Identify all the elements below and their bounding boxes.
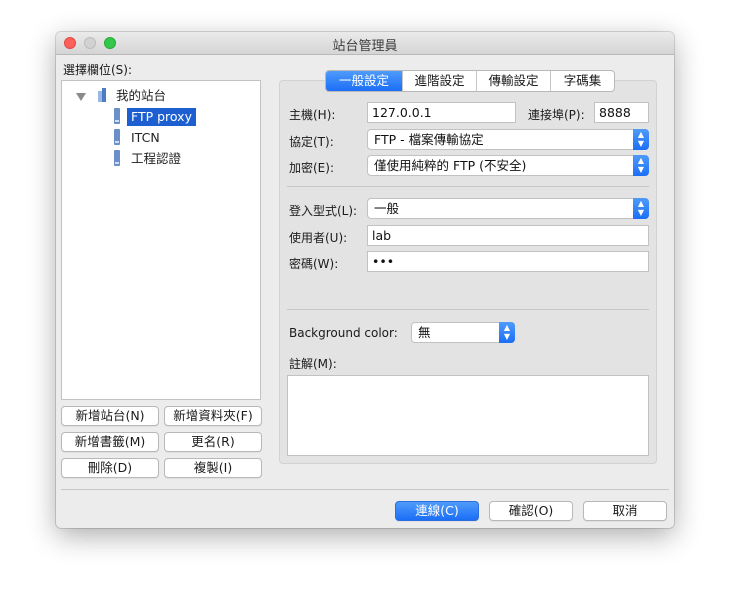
delete-button[interactable]: 刪除(D)	[61, 458, 159, 478]
chevron-updown-icon: ▲ ▼	[499, 322, 515, 343]
new-site-button[interactable]: 新增站台(N)	[61, 406, 159, 426]
divider	[287, 309, 649, 310]
host-input[interactable]: 127.0.0.1	[367, 102, 516, 123]
select-entry-label: 選擇欄位(S):	[63, 63, 133, 77]
password-label: 密碼(W):	[289, 257, 339, 271]
protocol-select[interactable]: FTP - 檔案傳輸協定 ▲ ▼	[367, 129, 649, 150]
tree-root-my-sites[interactable]: 我的站台	[116, 87, 166, 105]
divider	[287, 186, 649, 187]
server-icon	[114, 129, 120, 145]
rename-button[interactable]: 更名(R)	[164, 432, 262, 452]
server-icon	[114, 108, 120, 124]
logon-type-value: 一般	[374, 201, 400, 216]
footer-divider	[61, 489, 669, 490]
password-input[interactable]: •••	[367, 251, 649, 272]
title-bar: 站台管理員	[56, 32, 674, 55]
user-input[interactable]: lab	[367, 225, 649, 246]
chevron-updown-icon: ▲ ▼	[633, 155, 649, 176]
port-input[interactable]: 8888	[594, 102, 649, 123]
new-folder-button[interactable]: 新增資料夾(F)	[164, 406, 262, 426]
connect-button[interactable]: 連線(C)	[395, 501, 479, 521]
sites-folder-icon	[98, 88, 106, 102]
protocol-label: 協定(T):	[289, 135, 334, 149]
tree-item-ftp-proxy[interactable]: FTP proxy	[127, 108, 196, 126]
logon-type-label: 登入型式(L):	[289, 204, 358, 218]
encryption-label: 加密(E):	[289, 161, 334, 175]
background-color-select[interactable]: 無 ▲ ▼	[411, 322, 515, 343]
site-tree[interactable]: 我的站台 FTP proxy ITCN 工程認證	[61, 80, 261, 400]
chevron-updown-icon: ▲ ▼	[633, 198, 649, 219]
encryption-value: 僅使用純粹的 FTP (不安全)	[374, 158, 527, 173]
comments-label: 註解(M):	[289, 357, 337, 371]
settings-tabs: 一般設定 進階設定 傳輸設定 字碼集	[325, 70, 615, 92]
duplicate-button[interactable]: 複製(I)	[164, 458, 262, 478]
disclosure-triangle-icon[interactable]	[76, 93, 86, 101]
port-label: 連接埠(P):	[528, 108, 585, 122]
user-label: 使用者(U):	[289, 231, 348, 245]
tab-charset[interactable]: 字碼集	[551, 71, 614, 91]
background-color-value: 無	[418, 325, 431, 340]
tree-item-engineering-cert[interactable]: 工程認證	[131, 150, 181, 168]
new-bookmark-button[interactable]: 新增書籤(M)	[61, 432, 159, 452]
logon-type-select[interactable]: 一般 ▲ ▼	[367, 198, 649, 219]
encryption-select[interactable]: 僅使用純粹的 FTP (不安全) ▲ ▼	[367, 155, 649, 176]
tab-general[interactable]: 一般設定	[326, 71, 403, 91]
ok-button[interactable]: 確認(O)	[489, 501, 573, 521]
comments-textarea[interactable]	[287, 375, 649, 456]
server-icon	[114, 150, 120, 166]
tab-advanced[interactable]: 進階設定	[403, 71, 477, 91]
window-title: 站台管理員	[332, 39, 398, 54]
background-color-label: Background color:	[289, 326, 398, 340]
tab-transfer[interactable]: 傳輸設定	[477, 71, 551, 91]
tree-item-itcn[interactable]: ITCN	[131, 129, 160, 147]
protocol-value: FTP - 檔案傳輸協定	[374, 132, 484, 147]
host-label: 主機(H):	[289, 108, 336, 122]
cancel-button[interactable]: 取消	[583, 501, 667, 521]
chevron-updown-icon: ▲ ▼	[633, 129, 649, 150]
